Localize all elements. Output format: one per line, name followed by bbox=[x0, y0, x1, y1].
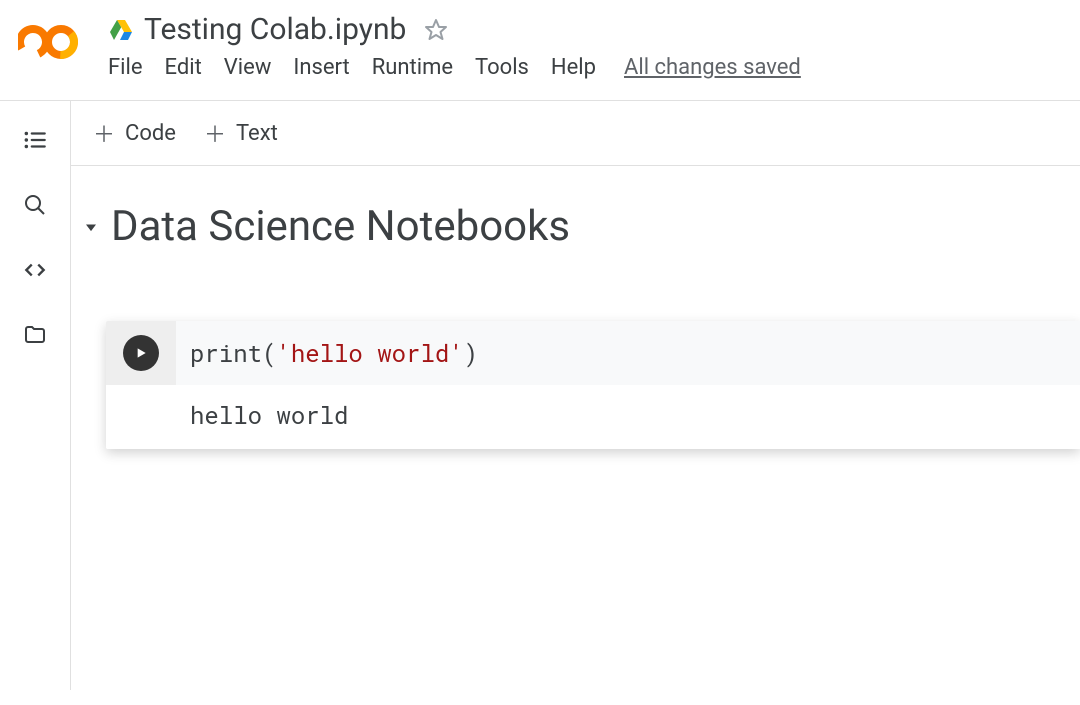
cells-container: Data Science Notebooks print('hello worl… bbox=[71, 166, 1080, 449]
add-text-button[interactable]: ＋ Text bbox=[204, 117, 278, 149]
plus-icon: ＋ bbox=[93, 117, 115, 149]
left-rail bbox=[0, 101, 70, 690]
menu-file[interactable]: File bbox=[108, 55, 143, 80]
save-status[interactable]: All changes saved bbox=[624, 55, 801, 80]
menu-edit[interactable]: Edit bbox=[165, 55, 202, 80]
code-token-func: print bbox=[190, 337, 262, 369]
code-output-row: hello world bbox=[106, 385, 1080, 449]
code-output: hello world bbox=[176, 385, 1080, 449]
notebook-title[interactable]: Testing Colab.ipynb bbox=[144, 12, 406, 47]
add-code-label: Code bbox=[125, 121, 176, 146]
run-button[interactable] bbox=[123, 335, 159, 371]
menu-view[interactable]: View bbox=[224, 55, 272, 80]
heading-text: Data Science Notebooks bbox=[111, 202, 570, 251]
snippets-icon[interactable] bbox=[22, 257, 48, 283]
code-token-paren-close: ) bbox=[464, 337, 478, 369]
code-cell[interactable]: print('hello world') hello world bbox=[106, 321, 1080, 449]
run-gutter bbox=[106, 321, 176, 385]
menu-insert[interactable]: Insert bbox=[293, 55, 349, 80]
search-icon[interactable] bbox=[23, 193, 47, 217]
title-block: Testing Colab.ipynb File Edit View Inser… bbox=[108, 12, 801, 96]
header: Testing Colab.ipynb File Edit View Inser… bbox=[0, 0, 1080, 96]
code-token-string: 'hello world' bbox=[276, 337, 463, 369]
main-panel: ＋ Code ＋ Text Data Science Notebooks bbox=[70, 101, 1080, 690]
files-icon[interactable] bbox=[23, 323, 47, 347]
drive-icon bbox=[108, 18, 134, 42]
output-gutter bbox=[106, 385, 176, 449]
menu-tools[interactable]: Tools bbox=[475, 55, 529, 80]
collapse-arrow-icon[interactable] bbox=[81, 217, 101, 237]
add-code-button[interactable]: ＋ Code bbox=[93, 117, 176, 149]
code-input-row: print('hello world') bbox=[106, 321, 1080, 385]
colab-logo bbox=[18, 22, 78, 62]
content-area: ＋ Code ＋ Text Data Science Notebooks bbox=[0, 101, 1080, 690]
cell-toolbar: ＋ Code ＋ Text bbox=[71, 101, 1080, 166]
add-text-label: Text bbox=[236, 121, 278, 146]
plus-icon: ＋ bbox=[204, 117, 226, 149]
title-row: Testing Colab.ipynb bbox=[108, 12, 801, 47]
toc-icon[interactable] bbox=[22, 127, 48, 153]
menu-help[interactable]: Help bbox=[551, 55, 596, 80]
code-token-paren-open: ( bbox=[262, 337, 276, 369]
code-editor[interactable]: print('hello world') bbox=[176, 321, 1080, 385]
menu-bar: File Edit View Insert Runtime Tools Help… bbox=[108, 55, 801, 96]
menu-runtime[interactable]: Runtime bbox=[372, 55, 453, 80]
star-icon[interactable] bbox=[424, 18, 448, 42]
heading-cell[interactable]: Data Science Notebooks bbox=[81, 202, 1080, 251]
